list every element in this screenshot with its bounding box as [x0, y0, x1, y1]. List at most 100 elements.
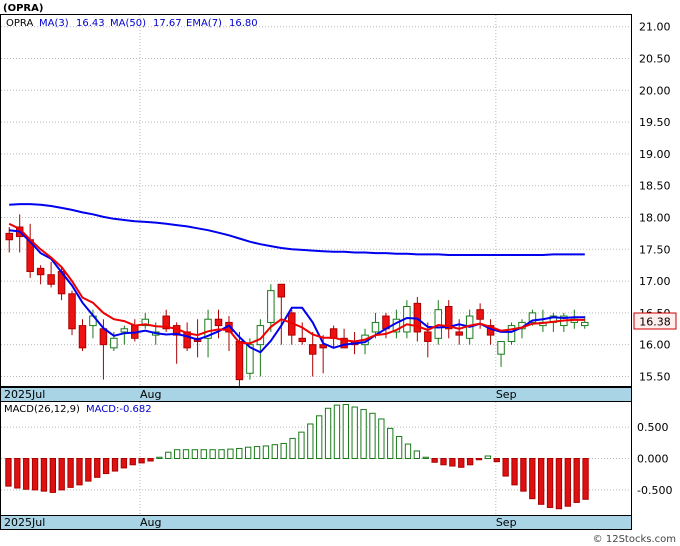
candle-body — [235, 340, 244, 381]
macd-y-tick-label: 0.500 — [637, 421, 669, 434]
price-y-tick-label: 20.50 — [639, 53, 671, 66]
price-y-tick-label: 20.00 — [639, 84, 671, 97]
macd-bar — [14, 458, 21, 489]
macd-bar — [387, 427, 394, 460]
macd-bar — [431, 458, 438, 463]
macd-bar — [58, 458, 65, 491]
macd-x-axis-band — [0, 515, 632, 530]
macd-bar — [94, 458, 101, 478]
legend-ma3-value: 16.43 — [76, 18, 105, 29]
macd-bar — [76, 458, 83, 486]
macd-bar — [147, 458, 154, 462]
macd-bar — [440, 458, 447, 466]
legend-ma50: MA(50) — [110, 18, 146, 29]
macd-bar — [564, 458, 571, 507]
legend-symbol: OPRA — [6, 18, 33, 29]
candle-body — [110, 337, 118, 349]
macd-bar — [262, 445, 270, 460]
candle-body — [99, 328, 108, 346]
macd-bar — [458, 458, 465, 468]
macd-bar — [546, 458, 554, 508]
macd-bar — [520, 458, 527, 492]
macd-bar — [529, 458, 536, 500]
macd-bar — [49, 458, 56, 493]
macd-bar — [351, 406, 358, 459]
candle-body — [424, 331, 432, 342]
macd-bar — [395, 436, 403, 459]
legend-ma3: MA(3) — [39, 18, 69, 29]
price-y-tick-label: 18.00 — [639, 211, 671, 224]
price-y-tick-label: 18.50 — [639, 180, 671, 193]
price-y-tick-label: 15.50 — [639, 370, 671, 383]
legend-ema7: EMA(7) — [186, 18, 222, 29]
macd-bar — [156, 456, 163, 460]
stock-chart: 15.5016.0016.5017.0017.5018.0018.5019.00… — [0, 3, 677, 545]
macd-bar — [236, 447, 243, 460]
macd-bar — [200, 449, 207, 460]
macd-bar — [191, 449, 199, 460]
candle-body — [277, 283, 286, 298]
candle-body — [497, 340, 505, 355]
macd-bar — [342, 404, 349, 459]
macd-x-tick-label: Sep — [496, 516, 517, 529]
candle-body — [581, 321, 589, 327]
candle-body — [455, 331, 463, 336]
macd-bar — [511, 458, 518, 486]
macd-bar — [165, 451, 172, 460]
macd-bar — [280, 442, 287, 459]
candle-body — [47, 274, 55, 285]
macd-bar — [5, 458, 12, 487]
macd-bar — [31, 458, 39, 491]
macd-y-tick-label: 0.000 — [637, 453, 669, 466]
macd-bar — [475, 458, 483, 461]
macd-y-tick-label: -0.500 — [637, 484, 672, 497]
price-x-axis-band — [0, 387, 632, 402]
candle-body — [78, 325, 87, 349]
macd-bar — [413, 450, 421, 460]
macd-bar — [298, 431, 305, 459]
macd-bar — [85, 458, 92, 482]
macd-bar — [502, 458, 509, 477]
macd-bar — [23, 458, 30, 490]
macd-bar — [582, 458, 589, 500]
macd-bar — [369, 412, 376, 459]
candle-body — [308, 344, 317, 355]
macd-bar — [40, 458, 48, 492]
legend-ema7-value: 16.80 — [229, 18, 258, 29]
macd-bar — [129, 458, 136, 466]
macd-x-tick-label: Aug — [140, 516, 161, 529]
macd-bar — [449, 458, 456, 467]
candle-body — [36, 267, 45, 276]
price-x-tick-label: Sep — [496, 388, 517, 401]
copyright-footer: © 12Stocks.com — [593, 534, 676, 545]
price-y-tick-label: 21.00 — [639, 21, 671, 34]
price-y-tick-label: 19.00 — [639, 148, 671, 161]
macd-bar — [378, 418, 385, 460]
macd-bar — [138, 458, 145, 464]
price-x-tick-label: 2025Jul — [4, 388, 45, 401]
macd-bar — [484, 455, 492, 460]
price-x-tick-label: Aug — [140, 388, 161, 401]
macd-bar — [173, 449, 181, 460]
candle-body — [214, 318, 223, 327]
macd-bar — [538, 458, 545, 505]
macd-value: MACD:-0.682 — [86, 404, 152, 415]
macd-bar — [209, 449, 216, 460]
price-y-tick-label: 16.00 — [639, 339, 671, 352]
macd-bar — [102, 458, 110, 475]
legend-ma50-value: 17.67 — [153, 18, 182, 29]
macd-bar — [316, 415, 323, 459]
price-y-tick-label: 17.50 — [639, 243, 671, 256]
last-price-tag: 16.38 — [633, 312, 677, 330]
macd-bar — [466, 458, 474, 466]
macd-bar — [182, 449, 190, 460]
candle-body — [5, 232, 13, 241]
macd-y-axis: 0.500 0.000 -0.500 — [637, 421, 672, 497]
macd-bar — [227, 448, 234, 460]
candle-body — [120, 328, 129, 333]
macd-bar — [404, 443, 412, 459]
macd-bar — [360, 409, 367, 459]
candle-body — [267, 290, 275, 323]
macd-bar — [289, 437, 296, 459]
macd-bar — [120, 458, 128, 469]
